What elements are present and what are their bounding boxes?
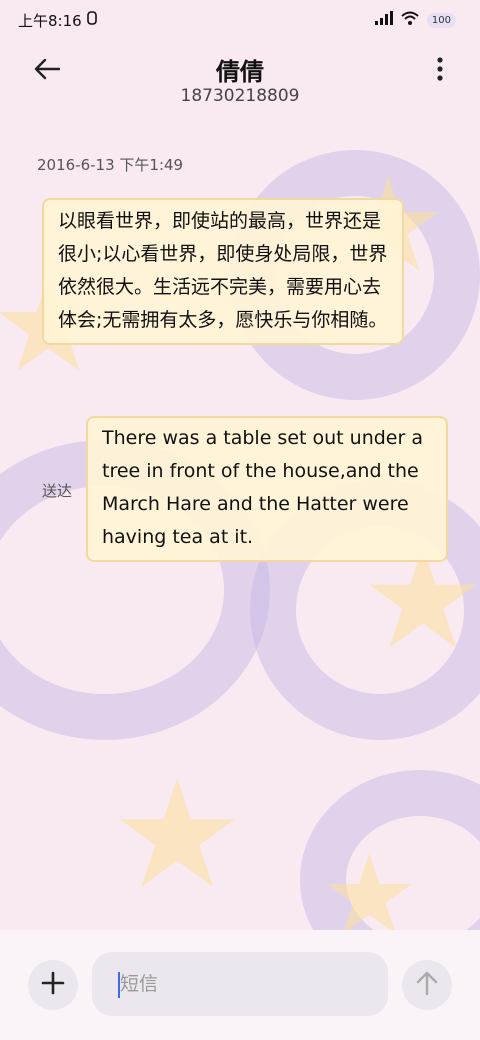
- incoming-message-bubble[interactable]: 以眼看世界，即使站的最高，世界还是很小;以心看世界，即使身处局限，世界依然很大。…: [42, 198, 404, 345]
- composer-bar: [0, 930, 480, 1040]
- arrow-up-icon: [415, 970, 439, 1000]
- conversation-header: 倩倩 18730218809: [0, 40, 480, 120]
- alarm-icon: [86, 10, 98, 30]
- battery-icon: 100: [426, 12, 456, 28]
- add-attachment-button[interactable]: [28, 960, 78, 1010]
- message-text: There was a table set out under a tree i…: [102, 427, 423, 548]
- send-button[interactable]: [402, 960, 452, 1010]
- message-input[interactable]: [92, 952, 388, 1016]
- contact-name[interactable]: 倩倩: [0, 52, 480, 87]
- outgoing-message-bubble[interactable]: There was a table set out under a tree i…: [86, 416, 448, 562]
- status-left: 上午8:16: [18, 10, 98, 31]
- more-vertical-icon: [437, 57, 443, 85]
- contact-number: 18730218809: [180, 86, 300, 106]
- status-bar: 上午8:16 100: [0, 0, 480, 40]
- signal-icon: [374, 11, 393, 29]
- text-caret: [118, 972, 120, 998]
- delivery-status: 送达: [42, 482, 73, 500]
- wallpaper-star-shape: ★: [110, 748, 245, 922]
- message-text: 以眼看世界，即使站的最高，世界还是很小;以心看世界，即使身处局限，世界依然很大。…: [58, 210, 388, 331]
- status-time: 上午8:16: [18, 11, 82, 30]
- wifi-icon: [401, 11, 419, 29]
- message-timestamp: 2016-6-13 下午1:49: [37, 156, 184, 174]
- plus-icon: [41, 971, 65, 999]
- more-options-button[interactable]: [430, 54, 450, 88]
- status-right: 100: [374, 11, 456, 29]
